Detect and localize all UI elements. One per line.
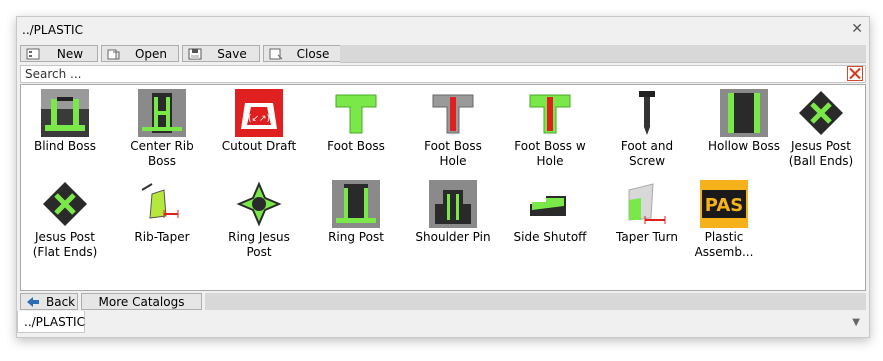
svg-text:PAS: PAS	[705, 195, 743, 216]
catalog-item-plastic-assembly[interactable]: PAS Plastic Assemb...	[680, 176, 768, 266]
catalog-item-ring-jesus-post[interactable]: Ring Jesus Post	[215, 176, 303, 266]
close-window-icon[interactable]: ✕	[851, 21, 863, 37]
catalog-item-label: Plastic Assemb...	[694, 230, 754, 259]
catalog-item-ring-post[interactable]: Ring Post	[312, 176, 400, 266]
catalog-item-label: Cutout Draft	[221, 139, 297, 153]
catalog-window: ../PLASTIC ✕ New Open Save Close Search …	[16, 16, 870, 338]
foot-and-screw-icon	[623, 89, 671, 137]
bottom-bar: Back More Catalogs	[20, 293, 866, 311]
search-bar	[20, 65, 866, 83]
catalog-item-jesus-post-flat[interactable]: Jesus Post (Flat Ends)	[21, 176, 109, 266]
catalog-item-label: Taper Turn	[616, 230, 678, 244]
new-icon	[26, 48, 40, 60]
path-tab[interactable]: ../PLASTIC	[17, 311, 85, 333]
close-button[interactable]: Close	[263, 45, 341, 62]
ring-jesus-post-icon	[235, 180, 283, 228]
save-icon	[188, 48, 202, 60]
catalog-item-center-rib-boss[interactable]: Center Rib Boss	[118, 85, 206, 175]
catalog-item-label: Foot Boss	[327, 139, 385, 153]
catalog-item-blind-boss[interactable]: Blind Boss	[21, 85, 109, 175]
dropdown-arrow-icon[interactable]: ▼	[852, 317, 860, 328]
new-button[interactable]: New	[20, 45, 98, 62]
catalog-item-label: Side Shutoff	[513, 230, 587, 244]
search-input[interactable]	[21, 66, 840, 82]
catalog-item-rib-taper[interactable]: Rib-Taper	[118, 176, 206, 266]
catalog-item-label: Jesus Post (Flat Ends)	[32, 230, 98, 259]
title-bar: ../PLASTIC ✕	[17, 17, 869, 41]
svg-text:(↙↗): (↙↗)	[248, 114, 270, 124]
foot-boss-hole-icon	[429, 89, 477, 137]
catalog-item-label: Hollow Boss	[707, 139, 781, 153]
catalog-item-foot-boss-w-hole[interactable]: Foot Boss w Hole	[506, 85, 594, 175]
catalog-item-label: Ring Post	[328, 230, 384, 244]
catalog-item-label: Jesus Post (Ball Ends)	[788, 139, 854, 168]
foot-boss-w-hole-icon	[526, 89, 574, 137]
more-catalogs-label: More Catalogs	[98, 295, 185, 309]
ring-post-icon	[332, 180, 380, 228]
cutout-draft-icon: (↙↗)	[235, 89, 283, 137]
blind-boss-icon	[41, 89, 89, 137]
catalog-item-jesus-post-ball[interactable]: Jesus Post (Ball Ends)	[777, 85, 865, 175]
center-rib-boss-icon	[138, 89, 186, 137]
catalog-item-label: Blind Boss	[33, 139, 96, 153]
jesus-post-flat-icon	[41, 180, 89, 228]
catalog-item-label: Foot Boss w Hole	[514, 139, 586, 168]
more-catalogs-button[interactable]: More Catalogs	[81, 293, 202, 310]
catalog-item-cutout-draft[interactable]: (↙↗) Cutout Draft	[215, 85, 303, 175]
side-shutoff-icon	[526, 180, 574, 228]
pas-logo-icon: PAS	[700, 180, 748, 228]
close-button-label: Close	[296, 47, 330, 61]
catalog-item-foot-boss-hole[interactable]: Foot Boss Hole	[409, 85, 497, 175]
catalog-item-label: Foot and Screw	[620, 139, 674, 168]
catalog-grid: Blind Boss Center Rib Boss (↙↗) Cutout D…	[20, 84, 866, 291]
catalog-item-foot-and-screw[interactable]: Foot and Screw	[603, 85, 691, 175]
hollow-boss-icon	[720, 89, 768, 137]
catalog-item-label: Center Rib Boss	[130, 139, 194, 168]
back-button[interactable]: Back	[20, 293, 78, 310]
window-title: ../PLASTIC	[22, 23, 83, 37]
taper-turn-icon	[623, 180, 671, 228]
clear-search-button[interactable]	[847, 66, 863, 81]
save-button[interactable]: Save	[182, 45, 260, 62]
catalog-item-label: Rib-Taper	[134, 230, 190, 244]
catalog-item-label: Ring Jesus Post	[228, 230, 290, 259]
close-doc-icon	[269, 48, 283, 60]
jesus-post-ball-icon	[797, 89, 845, 137]
toolbar: New Open Save Close	[20, 45, 866, 63]
catalog-item-label: Shoulder Pin	[415, 230, 491, 244]
foot-boss-icon	[332, 89, 380, 137]
catalog-item-shoulder-pin[interactable]: Shoulder Pin	[409, 176, 497, 266]
shoulder-pin-icon	[429, 180, 477, 228]
new-button-label: New	[56, 47, 84, 61]
open-icon	[107, 49, 120, 60]
save-button-label: Save	[217, 47, 247, 61]
back-arrow-icon	[27, 297, 39, 307]
back-button-label: Back	[46, 295, 76, 309]
catalog-item-taper-turn[interactable]: Taper Turn	[603, 176, 691, 266]
toolbar-filler	[340, 45, 866, 63]
catalog-item-foot-boss[interactable]: Foot Boss	[312, 85, 400, 175]
open-button-label: Open	[134, 47, 168, 61]
rib-taper-icon	[138, 180, 186, 228]
catalog-item-side-shutoff[interactable]: Side Shutoff	[506, 176, 594, 266]
bottom-filler	[205, 293, 866, 310]
clear-x-icon	[849, 67, 861, 80]
catalog-item-label: Foot Boss Hole	[424, 139, 482, 168]
catalog-item-hollow-boss[interactable]: Hollow Boss	[700, 85, 788, 175]
open-button[interactable]: Open	[101, 45, 179, 62]
